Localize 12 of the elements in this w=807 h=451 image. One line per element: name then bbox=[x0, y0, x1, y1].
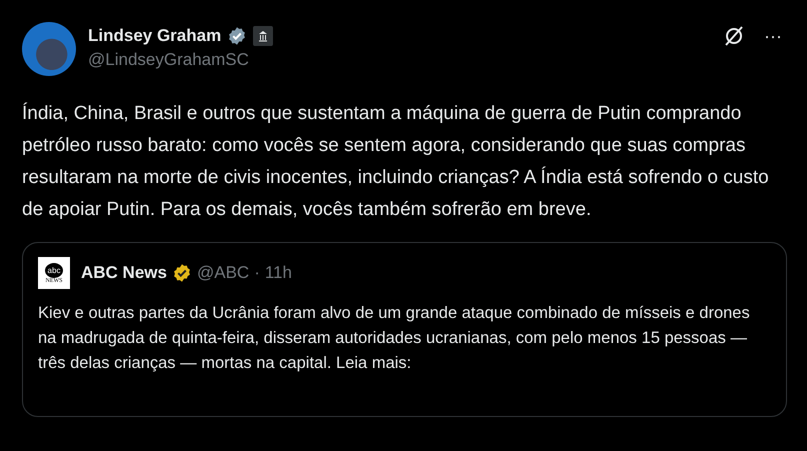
avatar[interactable] bbox=[22, 22, 76, 76]
quote-author-name: ABC News bbox=[81, 263, 167, 283]
author-handle[interactable]: @LindseyGrahamSC bbox=[88, 50, 710, 70]
quoted-post[interactable] bbox=[22, 242, 787, 417]
quote-author-handle: @ABC bbox=[196, 263, 250, 283]
government-building-icon bbox=[253, 26, 274, 46]
author-name[interactable]: Lindsey Graham bbox=[88, 26, 222, 46]
more-button[interactable]: ··· bbox=[760, 26, 786, 46]
post-text: Índia, China, Brasil e outros que sustentam a máquina de guerra de Putin comprando petróleo russo barato: como vocês se sentem agora, considerando que suas compras resultaram na morte de civis inocentes, incluindo crianças? A Índia está sofrendo o custo de apoiar Putin. Para os demais, vocês também sofrerão em breve. bbox=[22, 102, 770, 222]
post-time: 11h bbox=[264, 263, 292, 283]
separator: · bbox=[254, 263, 260, 283]
quoted-text: Kiev e outras partes da Ucrânia foram alvo de um grande ataque combinado de mísseis e drones na madrugada de quinta-feira, disseram autoridades ucranianas, com pelo menos 15 pessoas — três delas crianças — mortas na capital. Leia mais: bbox=[38, 303, 751, 374]
